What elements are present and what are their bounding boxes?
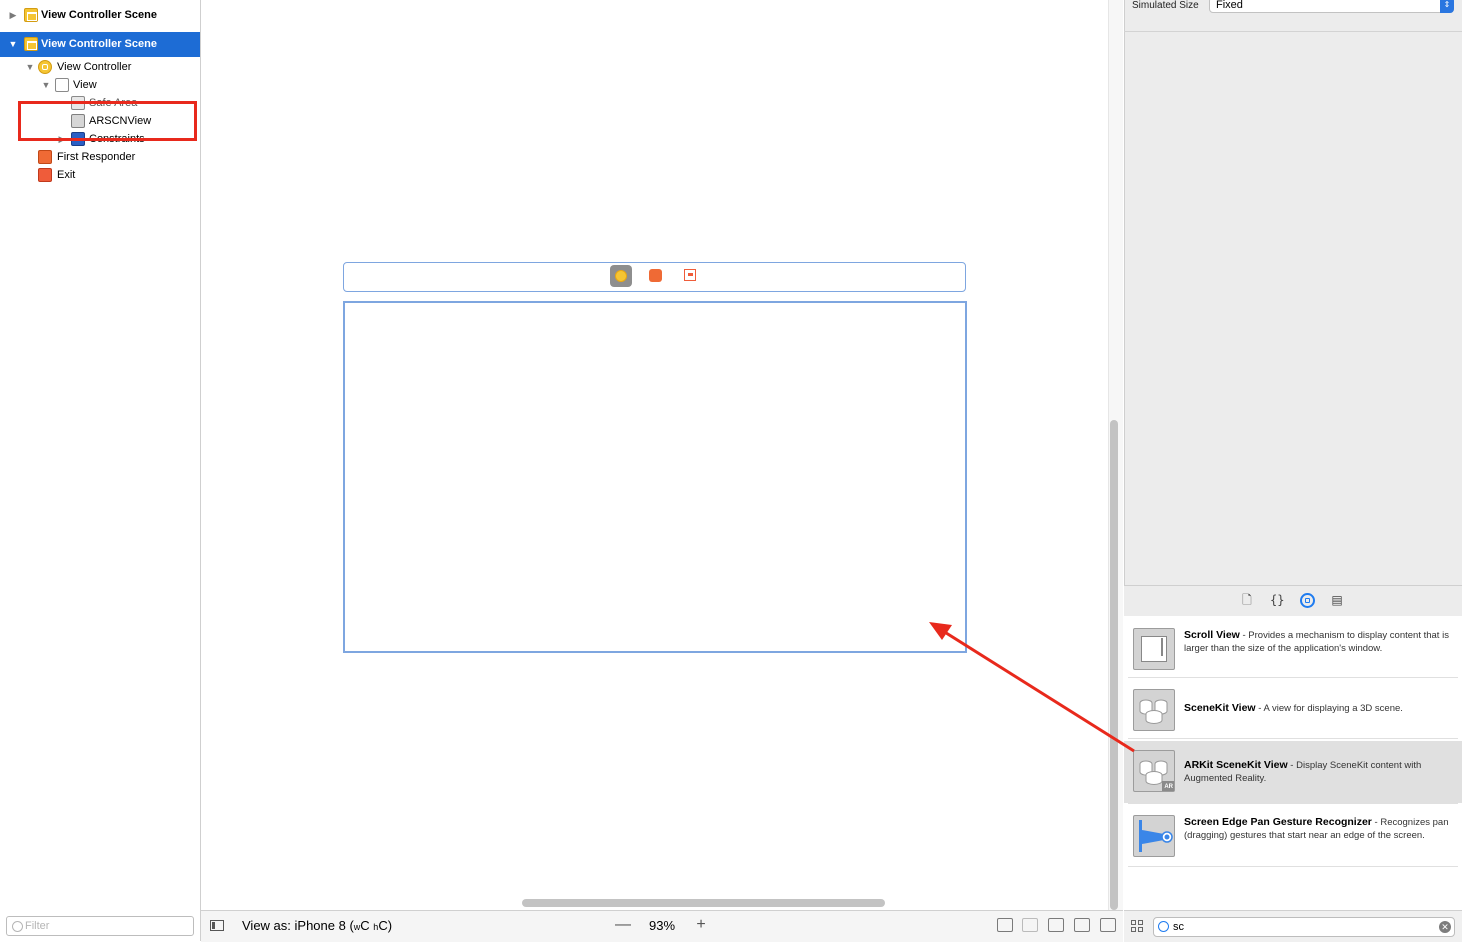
simulated-size-value: Fixed (1216, 0, 1243, 11)
annotation-highlight-box (18, 101, 197, 141)
exit-icon (38, 168, 52, 182)
library-item-title: Scroll View (1184, 629, 1240, 641)
height-class-value: C (378, 918, 388, 933)
divider (1128, 677, 1458, 678)
outline-toggle-icon[interactable] (210, 920, 224, 931)
filter-icon (12, 921, 23, 932)
filter-icon (1158, 921, 1169, 932)
zoom-out-button[interactable]: — (614, 916, 632, 934)
library-item-title: Screen Edge Pan Gesture Recognizer (1184, 816, 1372, 828)
outline-row-label: View Controller Scene (41, 38, 157, 50)
outline-row-view[interactable]: ▼ View (0, 76, 200, 94)
horizontal-scrollbar[interactable] (522, 899, 885, 907)
arkit-scenekit-view-icon: AR (1133, 750, 1175, 792)
library-search-input[interactable] (1173, 919, 1423, 935)
ar-badge: AR (1164, 784, 1173, 790)
library-tab-bar (1124, 585, 1462, 617)
view-controller-frame[interactable] (343, 301, 967, 653)
divider (1128, 803, 1458, 804)
object-library-icon[interactable] (1300, 593, 1315, 608)
library-item-title: ARKit SceneKit View (1184, 759, 1288, 771)
outline-row-view-controller[interactable]: ▼ View Controller (0, 58, 200, 76)
library-item-text: SceneKit View - A view for displaying a … (1184, 702, 1450, 715)
outline-row-first-responder[interactable]: First Responder (0, 148, 200, 166)
exit-icon[interactable] (684, 269, 696, 281)
first-responder-icon (38, 150, 52, 164)
outline-row-label: Exit (57, 169, 76, 181)
update-frames-icon[interactable] (997, 918, 1013, 932)
vertical-scrollbar[interactable] (1110, 420, 1118, 910)
clear-search-icon[interactable]: ✕ (1439, 921, 1451, 933)
library-item-text: Scroll View - Provides a mechanism to di… (1184, 629, 1450, 655)
view-as-suffix: ) (387, 918, 393, 933)
view-as-device-button[interactable]: View as: iPhone 8 (wC hC) (242, 917, 392, 936)
library-item-text: ARKit SceneKit View - Display SceneKit c… (1184, 759, 1450, 785)
outline-row-label: View (73, 79, 97, 91)
resolve-layout-issues-icon[interactable] (1100, 918, 1116, 932)
popup-arrows-icon: ⇕ (1440, 0, 1454, 13)
outline-row-scene-1[interactable]: ▶ View Controller Scene (0, 6, 200, 24)
library-search-field[interactable]: ✕ (1153, 917, 1455, 937)
simulated-size-select[interactable]: Fixed ⇕ (1209, 0, 1454, 13)
scroll-view-icon (1133, 628, 1175, 670)
zoom-in-button[interactable]: + (692, 916, 710, 934)
library-item-scroll-view[interactable]: Scroll View - Provides a mechanism to di… (1124, 619, 1462, 677)
code-snippet-library-icon[interactable]: {} (1270, 593, 1284, 607)
disclosure-expanded-icon[interactable]: ▼ (25, 58, 35, 76)
embed-in-stack-icon[interactable] (1022, 918, 1038, 932)
simulated-size-label: Simulated Size (1132, 0, 1199, 11)
disclosure-expanded-icon[interactable]: ▼ (8, 32, 18, 57)
outline-filter-field[interactable] (6, 916, 194, 936)
outline-row-scene-2[interactable]: ▼ View Controller Scene (0, 32, 200, 57)
divider (1128, 738, 1458, 739)
outline-filter-input[interactable] (25, 918, 185, 934)
outline-row-label: View Controller (57, 61, 132, 73)
disclosure-expanded-icon[interactable]: ▼ (41, 76, 51, 94)
storyboard-scene-icon (24, 8, 38, 22)
align-icon[interactable] (1048, 918, 1064, 932)
library-item-screen-edge-pan-gesture[interactable]: Screen Edge Pan Gesture Recognizer - Rec… (1124, 806, 1462, 864)
library-item-text: Screen Edge Pan Gesture Recognizer - Rec… (1184, 816, 1450, 842)
outline-row-label: View Controller Scene (41, 9, 157, 21)
width-class-value: C (360, 918, 370, 933)
grid-view-icon[interactable] (1131, 920, 1144, 933)
library-item-description: - A view for displaying a 3D scene. (1255, 703, 1403, 714)
library-item-arkit-scenekit-view[interactable]: AR ARKit SceneKit View - Display SceneKi… (1124, 741, 1462, 803)
divider (1128, 866, 1458, 867)
outline-row-exit[interactable]: Exit (0, 166, 200, 184)
library-item-scenekit-view[interactable]: SceneKit View - A view for displaying a … (1124, 680, 1462, 738)
disclosure-collapsed-icon[interactable]: ▶ (8, 6, 18, 24)
zoom-level[interactable]: 93% (644, 918, 680, 934)
view-controller-icon[interactable] (610, 265, 632, 287)
first-responder-icon[interactable] (649, 269, 662, 282)
file-template-library-icon[interactable]: 🗋 (1240, 593, 1254, 607)
screen-edge-pan-gesture-icon (1133, 815, 1175, 857)
library-item-title: SceneKit View (1184, 702, 1256, 714)
view-icon (55, 78, 69, 92)
view-as-prefix: View as: iPhone 8 ( (242, 918, 354, 933)
view-controller-icon (38, 60, 52, 74)
add-constraints-icon[interactable] (1074, 918, 1090, 932)
scenekit-view-icon (1133, 689, 1175, 731)
storyboard-scene-icon (24, 37, 38, 51)
outline-row-label: First Responder (57, 151, 136, 163)
media-library-icon[interactable]: ▤ (1330, 593, 1344, 607)
divider (1124, 31, 1462, 32)
